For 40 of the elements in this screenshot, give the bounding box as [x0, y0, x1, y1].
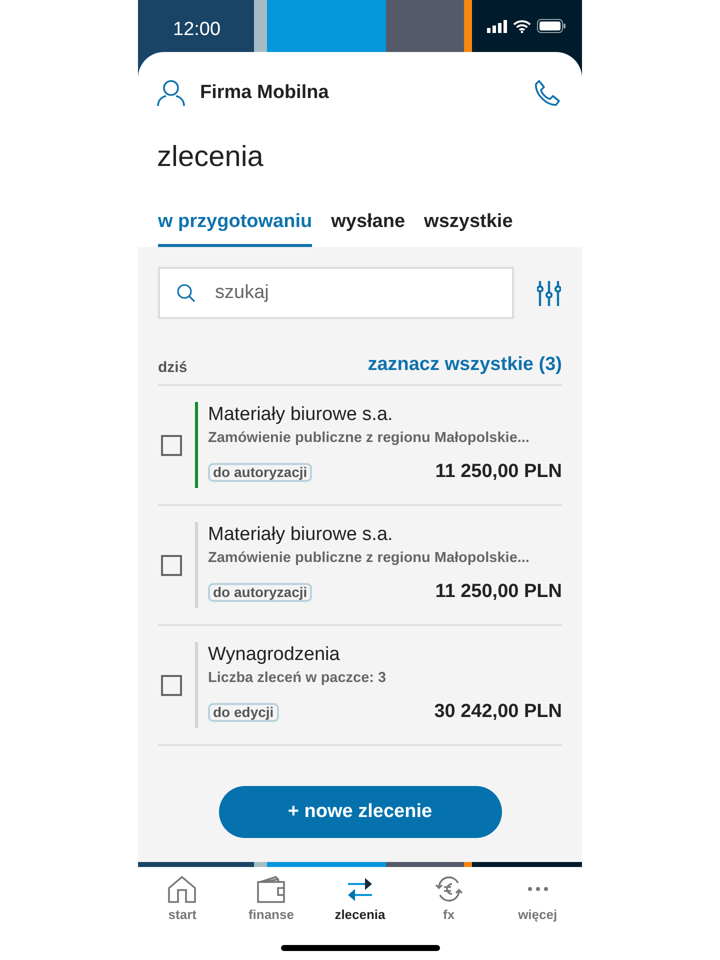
- currency-exchange-icon: [434, 875, 464, 903]
- status-tag: do autoryzacji: [208, 463, 312, 482]
- battery-icon: [537, 19, 566, 33]
- home-icon: [167, 875, 198, 903]
- order-description: Zamówienie publiczne z regionu Małopolskie...: [208, 549, 530, 568]
- order-name: Materiały biurowe s.a.: [208, 523, 394, 548]
- tab[interactable]: wszystkie: [424, 208, 513, 246]
- order-description: Zamówienie publiczne z regionu Małopolskie...: [208, 429, 530, 448]
- nav-tab[interactable]: finanse: [226, 875, 316, 924]
- checkbox[interactable]: [161, 554, 182, 576]
- tab[interactable]: wysłane: [331, 208, 406, 246]
- order-amount: 11 250,00 PLN: [435, 580, 562, 604]
- company-name: Firma Mobilna: [200, 80, 329, 105]
- checkbox[interactable]: [161, 434, 182, 456]
- select-all-link[interactable]: zaznacz wszystkie (3): [368, 350, 562, 379]
- search-field[interactable]: szukaj: [158, 266, 514, 318]
- page-title: zlecenia: [156, 140, 264, 174]
- order-description: Liczba zleceń w paczce: 3: [208, 669, 388, 688]
- nav-tab[interactable]: więcej: [493, 875, 582, 924]
- signal-icon: [487, 20, 507, 32]
- wifi-icon: [513, 20, 531, 32]
- nav-tab[interactable]: zlecenia: [316, 875, 404, 924]
- status-tag: do edycji: [208, 703, 279, 722]
- order-amount: 11 250,00 PLN: [435, 460, 562, 484]
- order-amount: 30 242,00 PLN: [434, 700, 562, 724]
- checkbox[interactable]: [161, 674, 182, 696]
- order-name: Materiały biurowe s.a.: [208, 403, 394, 428]
- order-name: Wynagrodzenia: [208, 643, 341, 668]
- clock: 12:00: [173, 18, 221, 42]
- more-icon: [528, 887, 548, 891]
- nav-tab[interactable]: fx: [404, 875, 494, 924]
- status-tag: do autoryzacji: [208, 583, 312, 602]
- new-order-button[interactable]: + nowe zlecenie: [218, 786, 502, 838]
- nav-tab[interactable]: start: [138, 875, 227, 924]
- search-icon: [176, 282, 196, 302]
- user-icon[interactable]: [157, 79, 185, 107]
- wallet-icon: [256, 875, 286, 903]
- phone-icon[interactable]: [532, 78, 562, 108]
- section-label: dziś: [158, 358, 188, 378]
- filter-icon[interactable]: [537, 280, 561, 306]
